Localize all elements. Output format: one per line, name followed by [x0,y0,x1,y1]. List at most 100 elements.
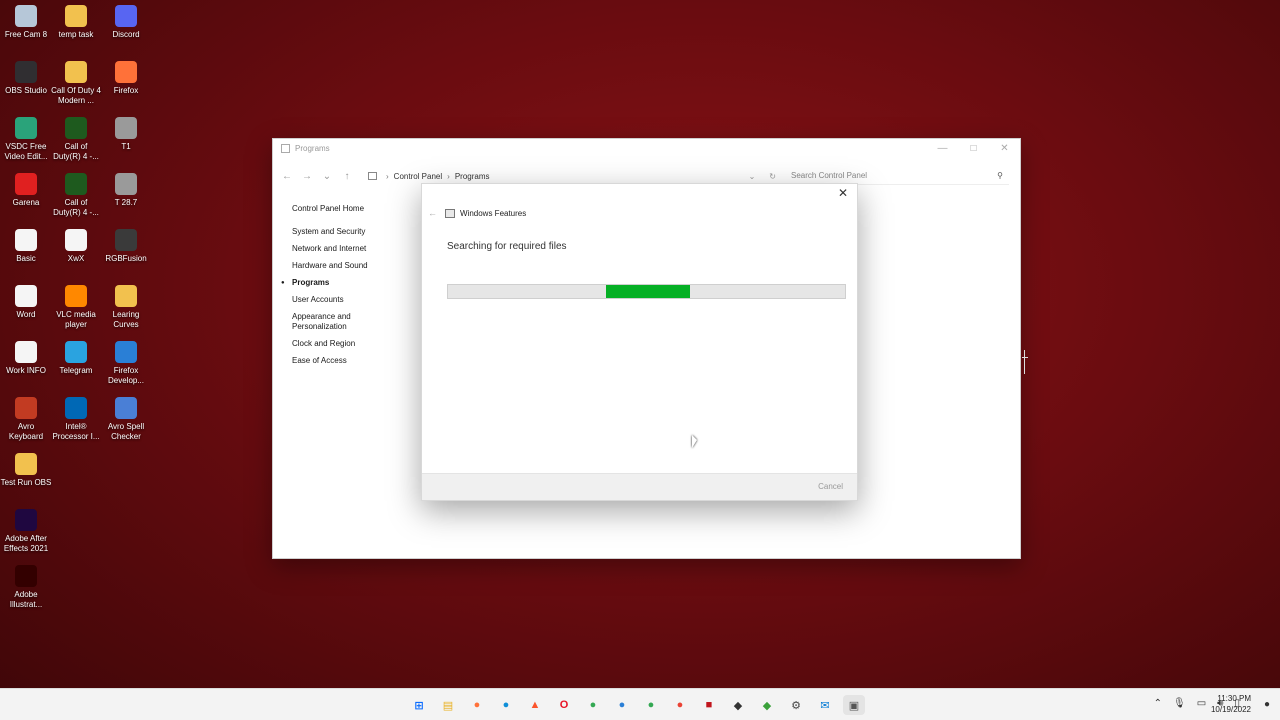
desktop-icon[interactable]: Discord [100,5,152,40]
desktop-icon-label: Adobe Illustrat... [9,590,43,609]
breadcrumb-chevron-icon: › [447,171,450,181]
desktop-icon[interactable]: OBS Studio [0,61,52,96]
desktop-icon[interactable]: VSDC Free Video Edit... [0,117,52,162]
close-icon[interactable]: ✕ [989,143,1020,154]
desktop-icon-label: VLC media player [56,310,96,329]
desktop-icon[interactable]: Adobe Illustrat... [0,565,52,610]
taskbar: ⊞ ▤ ● ● ▲ O ● ● ● ● ■ ◆ ◆ ⚙ ✉ ▣ ⌃ 🎙︎ ▭ 🔊︎ ▯ 11:30 PM 10… [0,688,1280,720]
notification-icon[interactable]: ● [1264,699,1270,710]
app-red-icon[interactable]: ■ [698,695,720,715]
edge-icon[interactable]: ● [495,695,517,715]
network-icon[interactable]: ▭ [1197,698,1206,709]
refresh-icon[interactable]: ↻ [769,172,776,181]
desktop-icon[interactable]: temp task [50,5,102,40]
minimize-icon[interactable]: — [927,143,958,154]
desktop-icon-label: Firefox [113,86,139,95]
status-text: Searching for required files [447,241,567,252]
maximize-icon[interactable]: □ [958,143,989,154]
desktop-icon[interactable]: Test Run OBS [0,453,52,488]
desktop-icon[interactable]: T 28.7 [100,173,152,208]
firefox-dev-icon[interactable]: ● [611,695,633,715]
desktop-icon[interactable]: Call Of Duty 4 Modern ... [50,61,102,106]
desktop-icon-label: Call Of Duty 4 Modern ... [51,86,101,105]
document-icon [15,341,37,363]
breadcrumb-chevron-icon: › [386,171,389,181]
desktop-icon[interactable]: Call of Duty(R) 4 -... [50,117,102,162]
desktop-icon[interactable]: Garena [0,173,52,208]
desktop-icon[interactable]: Avro Spell Checker [100,397,152,442]
breadcrumb-programs[interactable]: Programs [455,172,490,181]
dialog-close-icon[interactable]: ✕ [835,186,851,200]
sidebar-item-network-and-internet[interactable]: Network and Internet [292,244,412,254]
folder-icon [115,285,137,307]
opera-icon[interactable]: O [553,695,575,715]
desktop-icon-label: XwX [67,254,85,263]
address-dropdown-icon[interactable]: ⌄ [749,172,756,181]
settings-app-icon[interactable]: ⚙ [785,695,807,715]
app-dark-icon[interactable]: ◆ [727,695,749,715]
features-window-icon[interactable]: ▣ [843,695,865,715]
up-arrow-icon[interactable]: ↑ [337,171,357,182]
desktop-icon[interactable]: Avro Keyboard [0,397,52,442]
desktop-icon[interactable]: RGBFusion [100,229,152,264]
windows-features-dialog: ✕ ← Windows Features Searching for requi… [421,183,858,501]
file-explorer-icon[interactable]: ▤ [437,695,459,715]
desktop-icon[interactable]: Telegram [50,341,102,376]
desktop-icon[interactable]: Intel® Processor I... [50,397,102,442]
desktop-icon[interactable]: Firefox [100,61,152,96]
breadcrumb-control-panel[interactable]: Control Panel [394,172,442,181]
desktop-icon[interactable]: T1 [100,117,152,152]
mail-icon[interactable]: ✉ [814,695,836,715]
desktop-icon[interactable]: Work INFO [0,341,52,376]
dialog-header: ← Windows Features [428,208,526,218]
back-arrow-icon[interactable]: ← [428,208,437,218]
microphone-icon[interactable]: 🎙︎ [1173,698,1186,709]
desktop-icon[interactable]: Adobe After Effects 2021 [0,509,52,554]
desktop-icon[interactable]: Basic [0,229,52,264]
file-icon [115,117,137,139]
progress-indicator [606,285,691,298]
folder-icon [65,61,87,83]
sidebar-item-appearance-and-personalization[interactable]: Appearance and Personalization [292,312,362,332]
app-green-icon[interactable]: ◆ [756,695,778,715]
control-panel-titlebar[interactable]: Programs — □ ✕ [273,139,1020,157]
clock[interactable]: 11:30 PM 10/19/2022 [1211,693,1251,715]
chrome-icon[interactable]: ● [640,695,662,715]
desktop-icon[interactable]: XwX [50,229,102,264]
forward-arrow-icon[interactable]: → [297,171,317,182]
back-arrow-icon[interactable]: ← [277,171,297,182]
sidebar-item-hardware-and-sound[interactable]: Hardware and Sound [292,261,412,271]
desktop-icon[interactable]: VLC media player [50,285,102,330]
sidebar-item-user-accounts[interactable]: User Accounts [292,295,412,305]
cancel-button[interactable]: Cancel [818,482,843,491]
brave-icon[interactable]: ▲ [524,695,546,715]
chrome-icon[interactable]: ● [669,695,691,715]
desktop-icon[interactable]: Free Cam 8 [0,5,52,40]
desktop-icon[interactable]: Firefox Develop... [100,341,152,386]
document-icon [15,229,37,251]
vlc-icon [65,285,87,307]
chrome-icon[interactable]: ● [582,695,604,715]
desktop-icon-label: Avro Keyboard [8,422,44,441]
start-icon[interactable]: ⊞ [408,695,430,715]
desktop-icon[interactable]: Learing Curves [100,285,152,330]
recent-locations-chevron-icon[interactable]: ⌄ [317,171,337,182]
desktop-icon[interactable]: Word [0,285,52,320]
desktop-icon-label: Call of Duty(R) 4 -... [53,198,99,217]
desktop-icon-label: T 28.7 [114,198,138,207]
firefox-icon[interactable]: ● [466,695,488,715]
sidebar-item-system-and-security[interactable]: System and Security [292,227,412,237]
sidebar-item-programs[interactable]: Programs [281,278,412,288]
mouse-cursor-icon [692,435,697,448]
desktop-icon-label: Free Cam 8 [4,30,48,39]
desktop-icon-label: Discord [112,30,140,39]
sidebar-home-link[interactable]: Control Panel Home [292,204,412,213]
desktop-icon[interactable]: Call of Duty(R) 4 -... [50,173,102,218]
sidebar-item-clock-and-region[interactable]: Clock and Region [292,339,412,349]
sidebar-item-ease-of-access[interactable]: Ease of Access [292,356,412,366]
desktop-icon-label: Call of Duty(R) 4 -... [53,142,99,161]
search-placeholder: Search Control Panel [791,171,868,180]
folder-icon [65,5,87,27]
desktop-icon-label: Basic [16,254,36,263]
chevron-up-icon[interactable]: ⌃ [1154,698,1162,709]
